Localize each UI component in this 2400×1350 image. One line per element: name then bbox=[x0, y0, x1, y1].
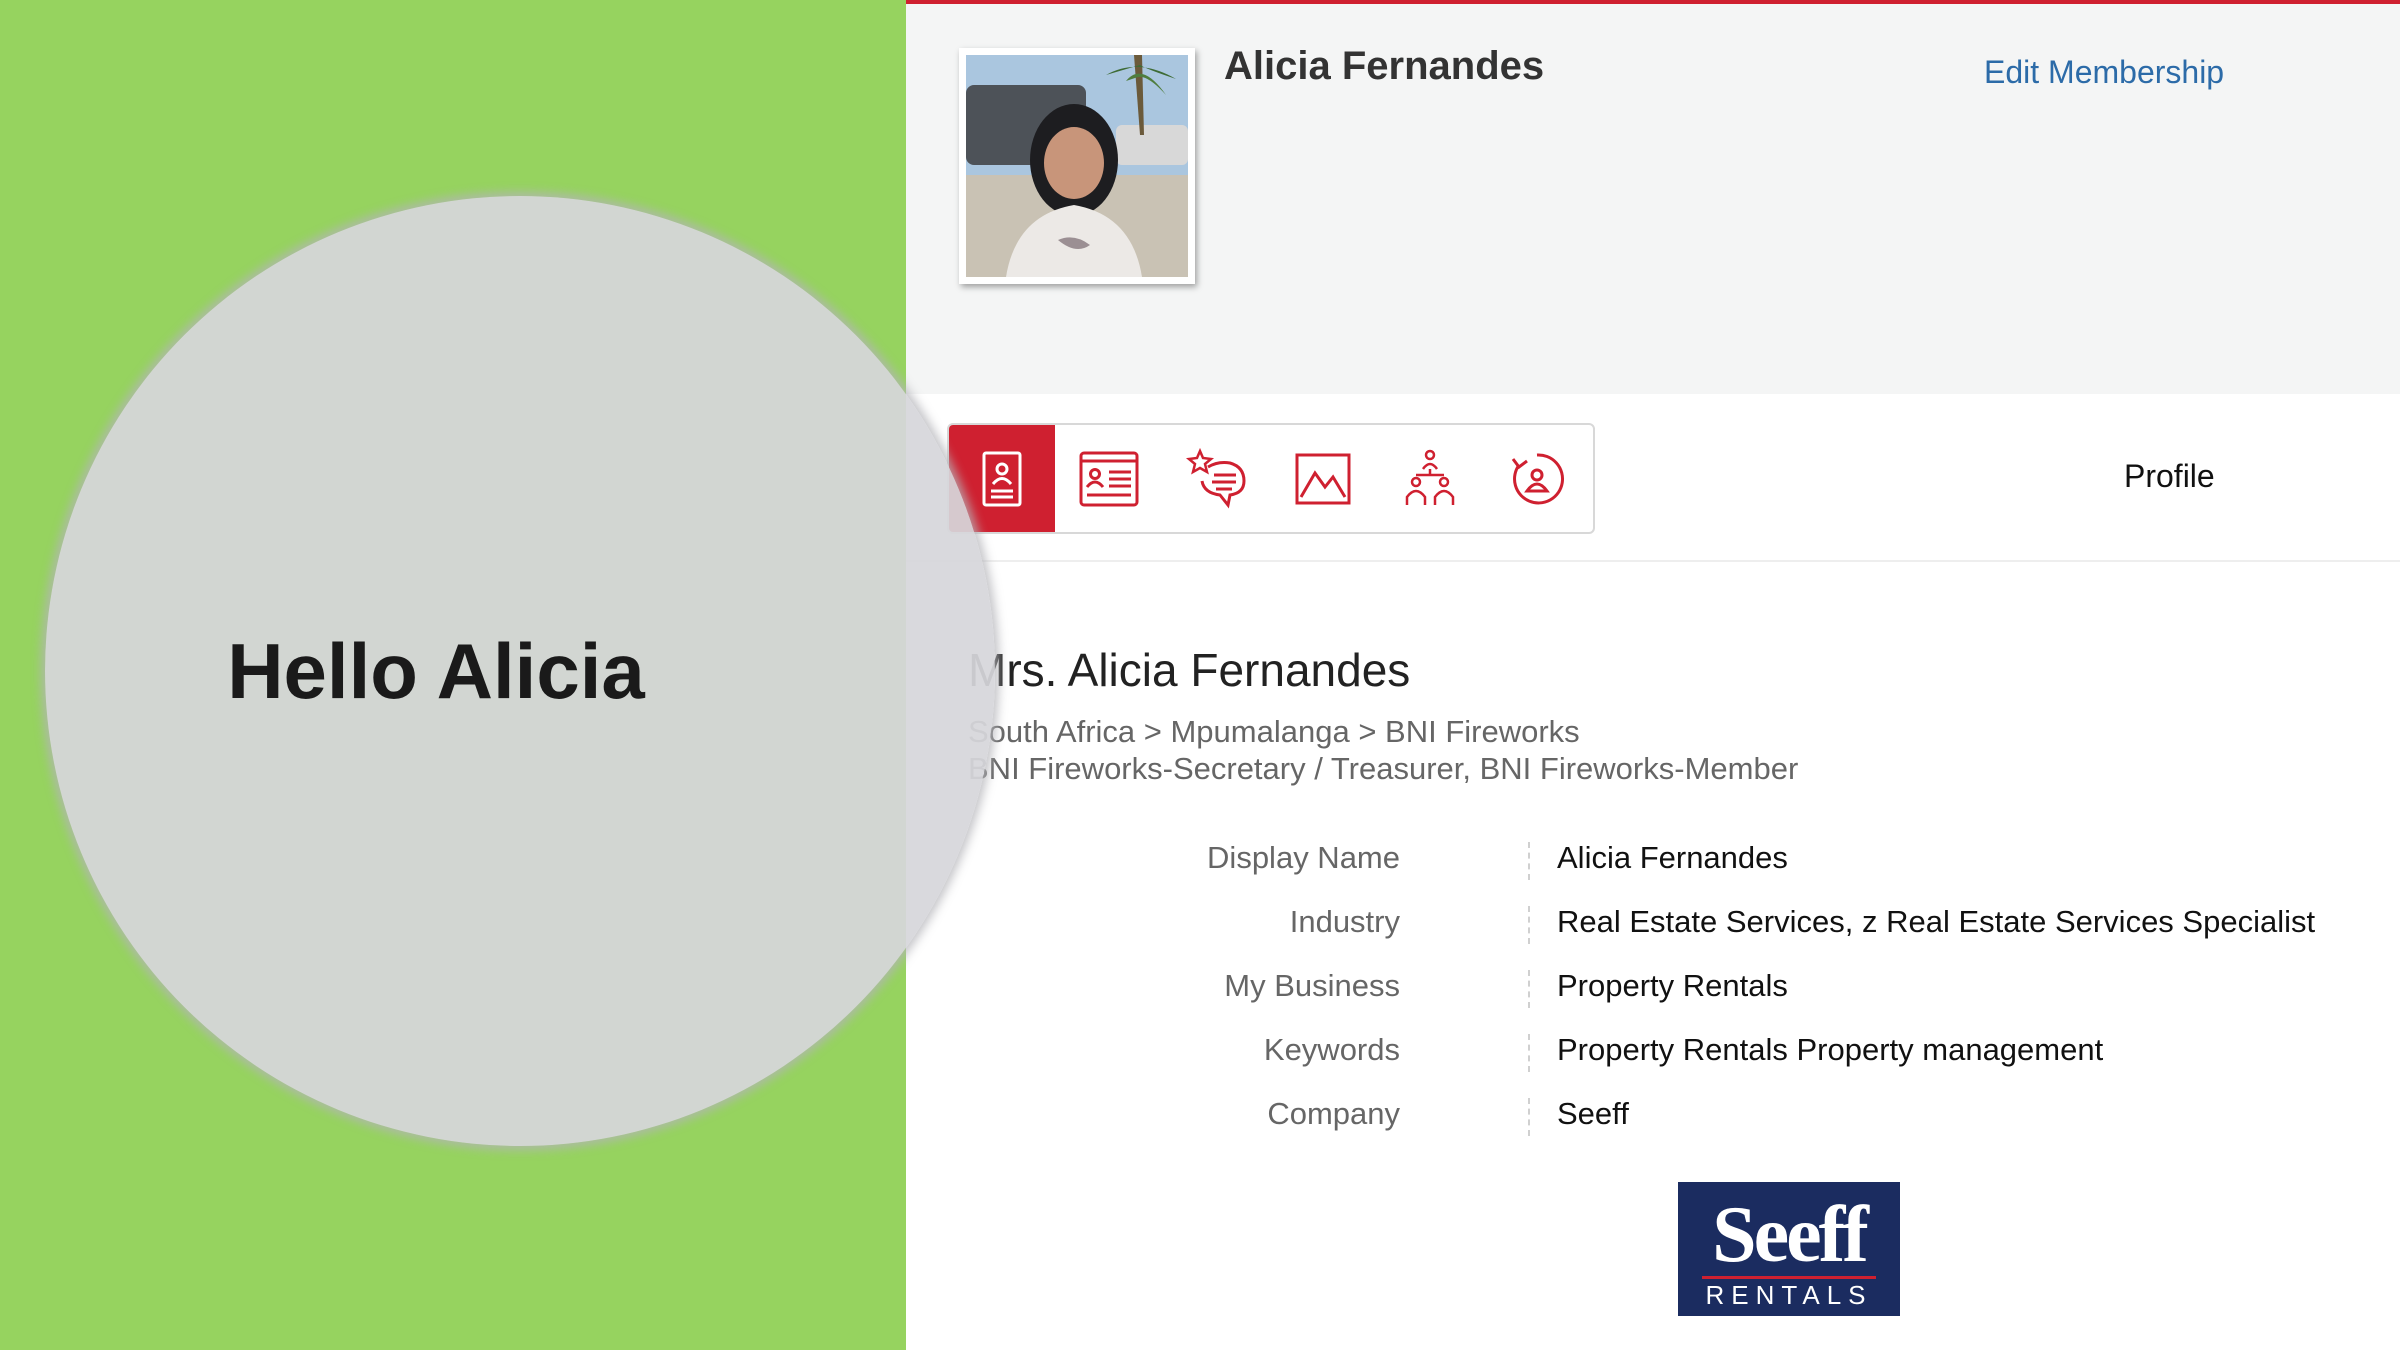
member-history-icon bbox=[1511, 452, 1564, 504]
profile-photo bbox=[959, 48, 1195, 284]
member-roles: BNI Fireworks-Secretary / Treasurer, BNI… bbox=[968, 751, 1799, 786]
tab-network[interactable] bbox=[1377, 425, 1483, 532]
detail-label: Keywords bbox=[1263, 1032, 1400, 1067]
tab-bio-card[interactable] bbox=[1056, 425, 1162, 532]
detail-label: Display Name bbox=[1207, 840, 1400, 875]
divider bbox=[906, 560, 2400, 562]
profile-tab-bar bbox=[947, 423, 1595, 534]
member-full-name: Mrs. Alicia Fernandes bbox=[968, 644, 1411, 696]
detail-separator bbox=[1528, 1034, 1530, 1072]
detail-value: Seeff bbox=[1557, 1096, 1629, 1131]
greeting-text: Hello Alicia bbox=[227, 626, 645, 715]
edit-membership-link[interactable]: Edit Membership bbox=[1984, 54, 2224, 91]
tab-testimonials[interactable] bbox=[1163, 425, 1269, 532]
detail-label: My Business bbox=[1224, 968, 1400, 1003]
testimonial-star-icon bbox=[1185, 447, 1246, 508]
profile-photo-image bbox=[966, 55, 1188, 277]
detail-separator bbox=[1528, 906, 1530, 944]
profile-header: Alicia Fernandes Edit Membership bbox=[906, 4, 2400, 394]
detail-value: Property Rentals Property management bbox=[1557, 1032, 2104, 1067]
detail-label: Industry bbox=[1289, 904, 1400, 939]
detail-separator bbox=[1528, 842, 1530, 880]
greeting-overlay: Hello Alicia bbox=[45, 196, 995, 1146]
contact-card-icon bbox=[982, 451, 1022, 506]
header-member-name: Alicia Fernandes bbox=[1224, 44, 1545, 88]
section-title: Profile bbox=[2124, 458, 2215, 494]
detail-separator bbox=[1528, 970, 1530, 1008]
detail-value: Alicia Fernandes bbox=[1557, 840, 1788, 875]
network-people-icon bbox=[1405, 449, 1455, 505]
logo-rule bbox=[1702, 1276, 1876, 1279]
detail-row-display-name: Display Name Alicia Fernandes bbox=[906, 840, 2400, 882]
logo-subtitle: RENTALS bbox=[1705, 1280, 1873, 1310]
detail-value: Real Estate Services, z Real Estate Serv… bbox=[1557, 904, 2316, 939]
detail-row-my-business: My Business Property Rentals bbox=[906, 968, 2400, 1010]
profile-page: Alicia Fernandes Edit Membership Profile… bbox=[906, 0, 2400, 1350]
company-logo: Seeff RENTALS bbox=[1678, 1182, 1900, 1316]
detail-row-industry: Industry Real Estate Services, z Real Es… bbox=[906, 904, 2400, 946]
gallery-icon bbox=[1295, 453, 1351, 504]
location-breadcrumb: South Africa > Mpumalanga > BNI Firework… bbox=[968, 714, 1580, 749]
detail-row-keywords: Keywords Property Rentals Property manag… bbox=[906, 1032, 2400, 1074]
detail-row-company: Company Seeff bbox=[906, 1096, 2400, 1138]
detail-label: Company bbox=[1267, 1096, 1400, 1131]
tab-history[interactable] bbox=[1484, 425, 1590, 532]
logo-wordmark: Seeff bbox=[1712, 1191, 1869, 1279]
id-card-icon bbox=[1079, 451, 1139, 506]
detail-value: Property Rentals bbox=[1557, 968, 1788, 1003]
detail-separator bbox=[1528, 1098, 1530, 1136]
tab-gallery[interactable] bbox=[1270, 425, 1376, 532]
